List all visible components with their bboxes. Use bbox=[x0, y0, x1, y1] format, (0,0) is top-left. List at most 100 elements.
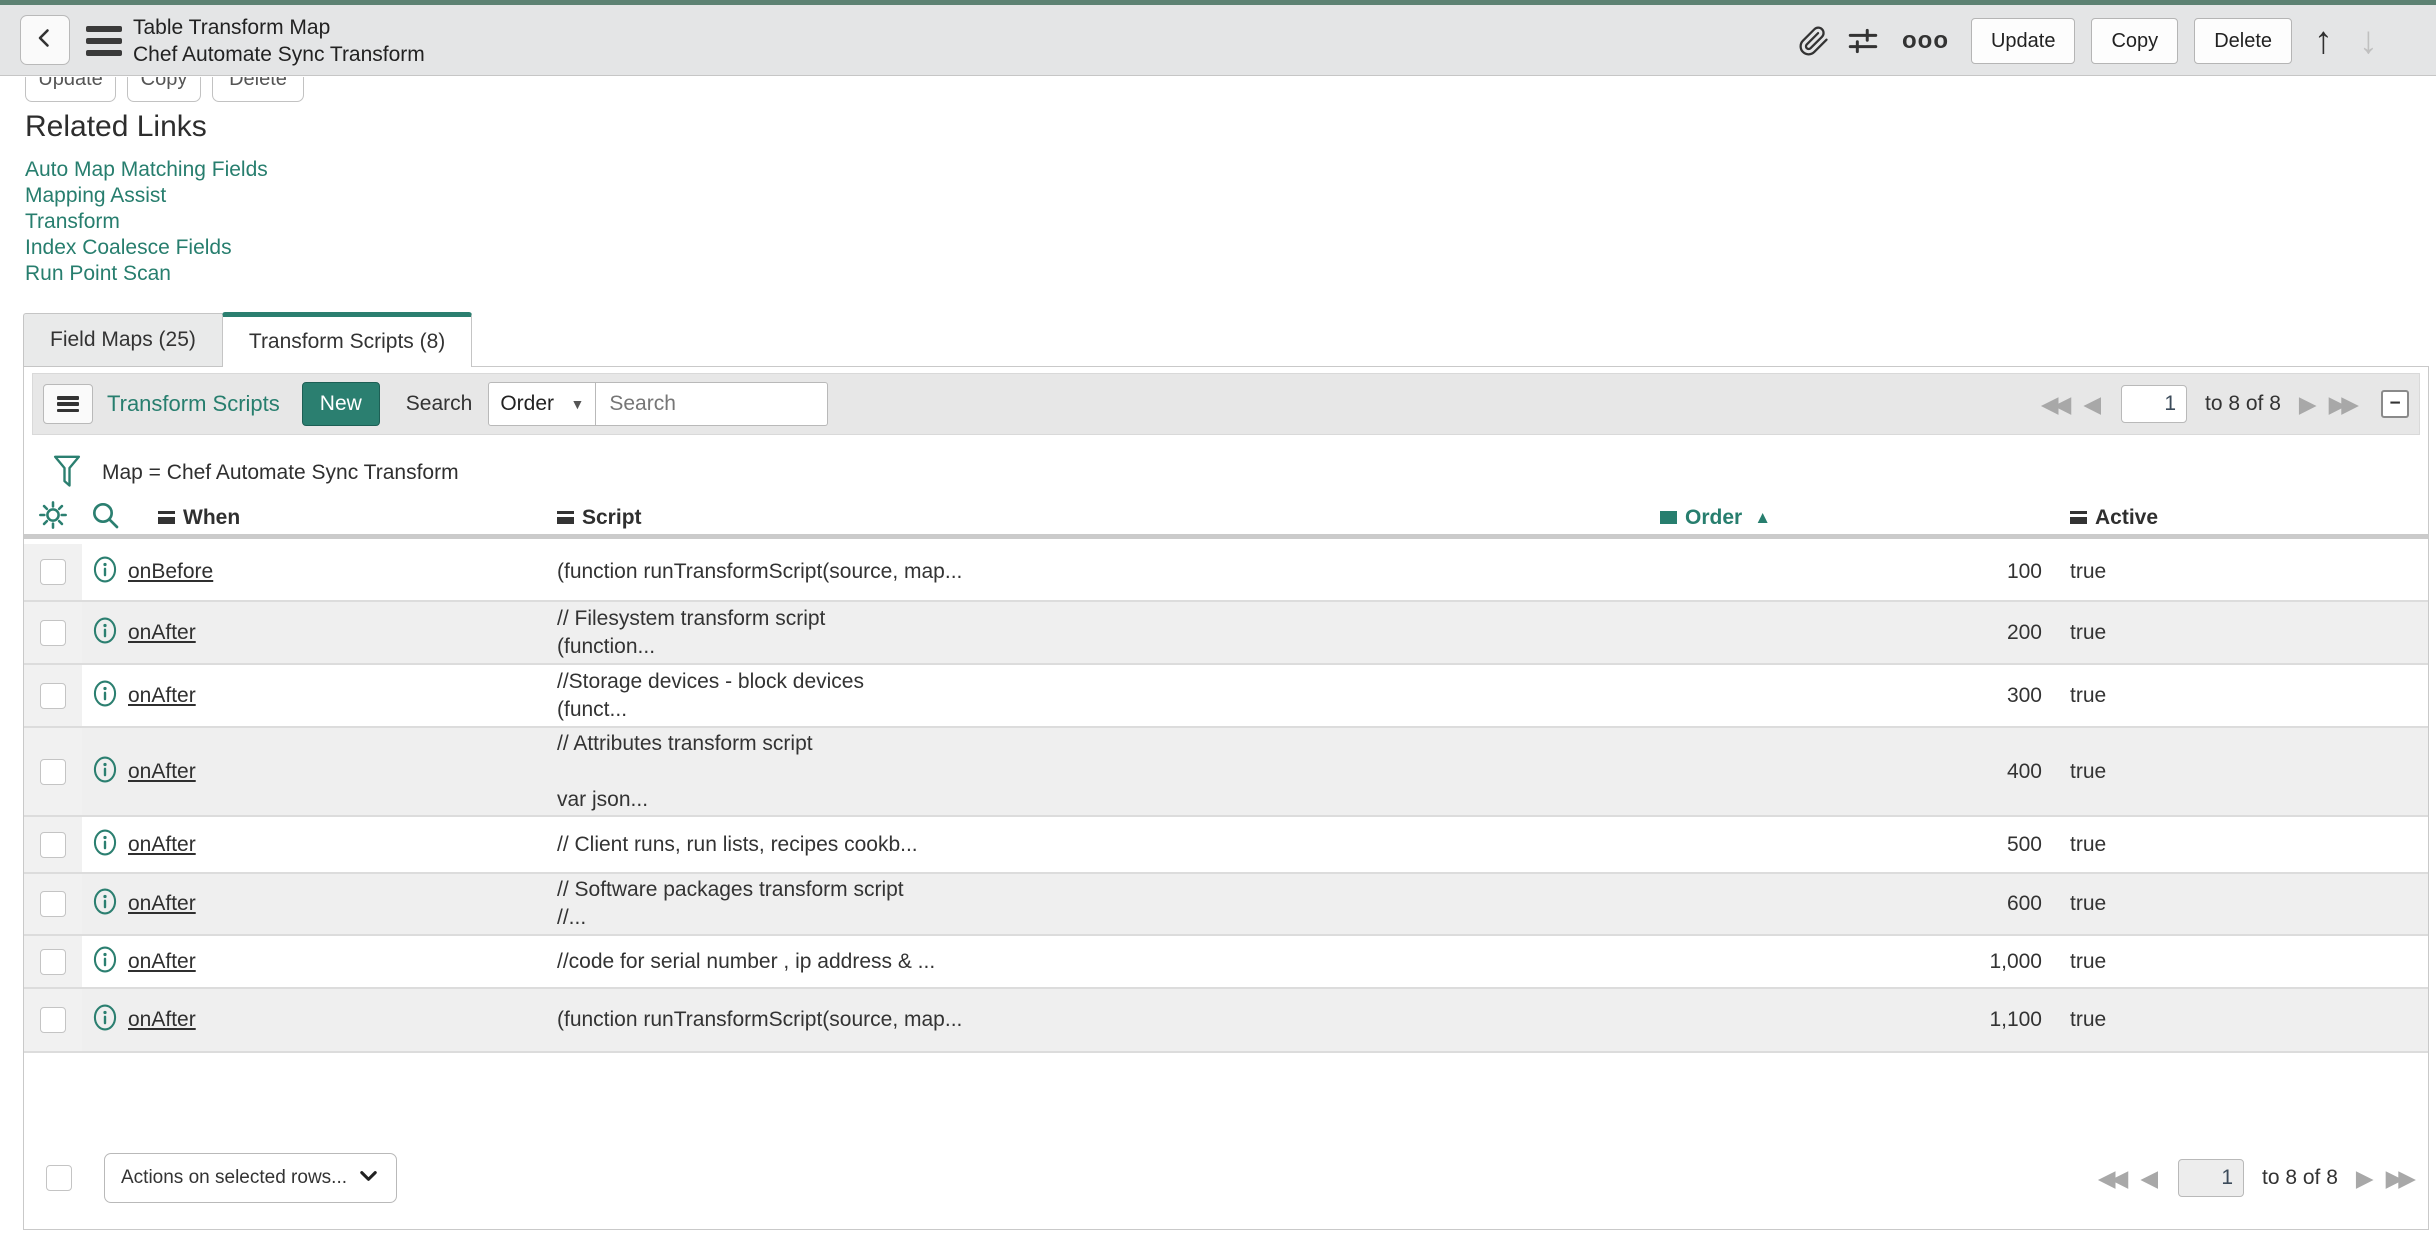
row-checkbox[interactable] bbox=[40, 758, 66, 785]
related-link-index-coalesce[interactable]: Index Coalesce Fields bbox=[25, 235, 268, 261]
when-link[interactable]: onAfter bbox=[128, 621, 196, 645]
filter-breadcrumb[interactable]: Map = Chef Automate Sync Transform bbox=[102, 461, 459, 485]
column-header-script[interactable]: Script bbox=[557, 506, 1660, 530]
info-icon[interactable] bbox=[92, 616, 118, 650]
delete-button[interactable]: Delete bbox=[2194, 18, 2292, 64]
list-footer: Actions on selected rows... ◀◀ ◀ to 8 of… bbox=[24, 1147, 2428, 1209]
search-rows-icon[interactable] bbox=[89, 499, 121, 536]
delete-button-clipped[interactable]: Delete bbox=[212, 77, 304, 102]
next-page-icon[interactable]: ▶ bbox=[2356, 1165, 2374, 1192]
info-icon[interactable] bbox=[92, 755, 118, 789]
first-page-icon[interactable]: ◀◀ bbox=[2041, 391, 2071, 418]
table-body: onBefore (function runTransformScript(so… bbox=[24, 544, 2428, 1053]
table-row: onAfter //code for serial number , ip ad… bbox=[24, 936, 2428, 989]
when-link[interactable]: onAfter bbox=[128, 950, 196, 974]
row-checkbox[interactable] bbox=[40, 619, 66, 646]
last-page-icon[interactable]: ▶▶ bbox=[2386, 1165, 2416, 1192]
chevron-down-icon bbox=[357, 1164, 380, 1193]
gear-icon[interactable] bbox=[37, 499, 69, 536]
search-label: Search bbox=[405, 392, 473, 415]
table-row: onAfter // Attributes transform script v… bbox=[24, 728, 2428, 817]
page-number-input[interactable] bbox=[2121, 385, 2188, 423]
navigate-down-icon[interactable]: ↓ bbox=[2359, 20, 2378, 63]
copy-button-clipped[interactable]: Copy bbox=[127, 77, 201, 102]
copy-button[interactable]: Copy bbox=[2091, 18, 2179, 64]
search-input[interactable] bbox=[596, 382, 829, 426]
chevron-left-icon bbox=[33, 26, 57, 55]
filter-funnel-icon[interactable] bbox=[52, 452, 82, 494]
next-page-icon[interactable]: ▶ bbox=[2299, 391, 2317, 418]
select-all-checkbox[interactable] bbox=[46, 1165, 72, 1191]
sort-ascending-icon: ▲ bbox=[1754, 507, 1772, 527]
row-checkbox[interactable] bbox=[40, 559, 66, 585]
navigate-up-icon[interactable]: ↑ bbox=[2314, 20, 2333, 63]
form-context-menu-icon[interactable] bbox=[86, 26, 122, 56]
info-icon[interactable] bbox=[92, 828, 118, 862]
column-header-active[interactable]: Active bbox=[2050, 506, 2428, 530]
column-header-order[interactable]: Order ▲ bbox=[1660, 506, 2050, 530]
info-icon[interactable] bbox=[92, 887, 118, 921]
order-cell: 500 bbox=[2006, 832, 2042, 856]
column-menu-icon bbox=[2070, 511, 2087, 524]
header-settings-cell bbox=[24, 501, 82, 534]
page-number-input[interactable] bbox=[2178, 1159, 2245, 1197]
list-toolbar: Transform Scripts New Search Order ▼ ◀◀ … bbox=[32, 373, 2420, 435]
info-icon[interactable] bbox=[92, 945, 118, 979]
row-checkbox[interactable] bbox=[40, 891, 66, 917]
pagination-range: to 8 of 8 bbox=[2205, 392, 2281, 415]
more-options-icon[interactable]: ooo bbox=[1902, 29, 1949, 53]
active-cell: true bbox=[2070, 949, 2107, 973]
update-button-clipped[interactable]: Update bbox=[25, 77, 116, 102]
info-icon[interactable] bbox=[92, 1003, 118, 1037]
search-column-select[interactable]: Order ▼ bbox=[488, 382, 597, 426]
script-cell: // Attributes transform script var json.… bbox=[557, 731, 813, 811]
row-checkbox[interactable] bbox=[40, 948, 66, 975]
related-link-run-point-scan[interactable]: Run Point Scan bbox=[25, 261, 268, 287]
script-cell: // Software packages transform script //… bbox=[557, 878, 904, 929]
related-link-transform[interactable]: Transform bbox=[25, 209, 268, 235]
active-cell: true bbox=[2070, 620, 2107, 644]
tab-field-maps[interactable]: Field Maps (25) bbox=[23, 313, 222, 367]
update-button[interactable]: Update bbox=[1970, 18, 2076, 64]
new-button[interactable]: New bbox=[301, 382, 380, 426]
collapse-list-icon[interactable]: − bbox=[2381, 390, 2409, 418]
first-page-icon[interactable]: ◀◀ bbox=[2098, 1165, 2128, 1192]
app-header: Table Transform Map Chef Automate Sync T… bbox=[0, 5, 2436, 76]
active-cell: true bbox=[2070, 759, 2107, 783]
back-button[interactable] bbox=[20, 15, 70, 65]
transform-scripts-panel: Transform Scripts New Search Order ▼ ◀◀ … bbox=[23, 366, 2429, 1230]
row-checkbox[interactable] bbox=[40, 1007, 66, 1033]
order-cell: 200 bbox=[2006, 620, 2042, 644]
when-link[interactable]: onAfter bbox=[128, 1008, 196, 1032]
previous-page-icon[interactable]: ◀ bbox=[2140, 1165, 2158, 1192]
when-link[interactable]: onAfter bbox=[128, 760, 196, 784]
personalize-form-icon[interactable] bbox=[1846, 24, 1880, 58]
script-cell: (function runTransformScript(source, map… bbox=[557, 560, 963, 583]
related-link-auto-map[interactable]: Auto Map Matching Fields bbox=[25, 157, 268, 183]
tab-transform-scripts[interactable]: Transform Scripts (8) bbox=[221, 312, 473, 367]
info-icon[interactable] bbox=[92, 555, 118, 589]
list-context-menu-button[interactable] bbox=[43, 384, 93, 424]
table-row: onBefore (function runTransformScript(so… bbox=[24, 544, 2428, 602]
table-row: onAfter (function runTransformScript(sou… bbox=[24, 989, 2428, 1053]
attachment-icon[interactable] bbox=[1798, 25, 1830, 57]
table-row: onAfter // Software packages transform s… bbox=[24, 874, 2428, 936]
row-checkbox[interactable] bbox=[40, 682, 66, 709]
previous-page-icon[interactable]: ◀ bbox=[2083, 391, 2101, 418]
when-link[interactable]: onAfter bbox=[128, 833, 196, 857]
related-link-mapping-assist[interactable]: Mapping Assist bbox=[25, 183, 268, 209]
related-links-heading: Related Links bbox=[25, 110, 207, 143]
header-search-cell bbox=[82, 499, 128, 536]
menu-icon bbox=[57, 396, 79, 412]
info-icon[interactable] bbox=[92, 679, 118, 713]
order-cell: 1,000 bbox=[1989, 949, 2042, 973]
last-page-icon[interactable]: ▶▶ bbox=[2329, 391, 2359, 418]
order-cell: 300 bbox=[2006, 683, 2042, 707]
row-checkbox[interactable] bbox=[40, 831, 66, 858]
order-cell: 400 bbox=[2006, 759, 2042, 783]
actions-on-selected-rows-select[interactable]: Actions on selected rows... bbox=[104, 1153, 397, 1203]
column-header-when[interactable]: When bbox=[128, 506, 557, 530]
when-link[interactable]: onBefore bbox=[128, 560, 213, 584]
when-link[interactable]: onAfter bbox=[128, 684, 196, 708]
when-link[interactable]: onAfter bbox=[128, 892, 196, 916]
